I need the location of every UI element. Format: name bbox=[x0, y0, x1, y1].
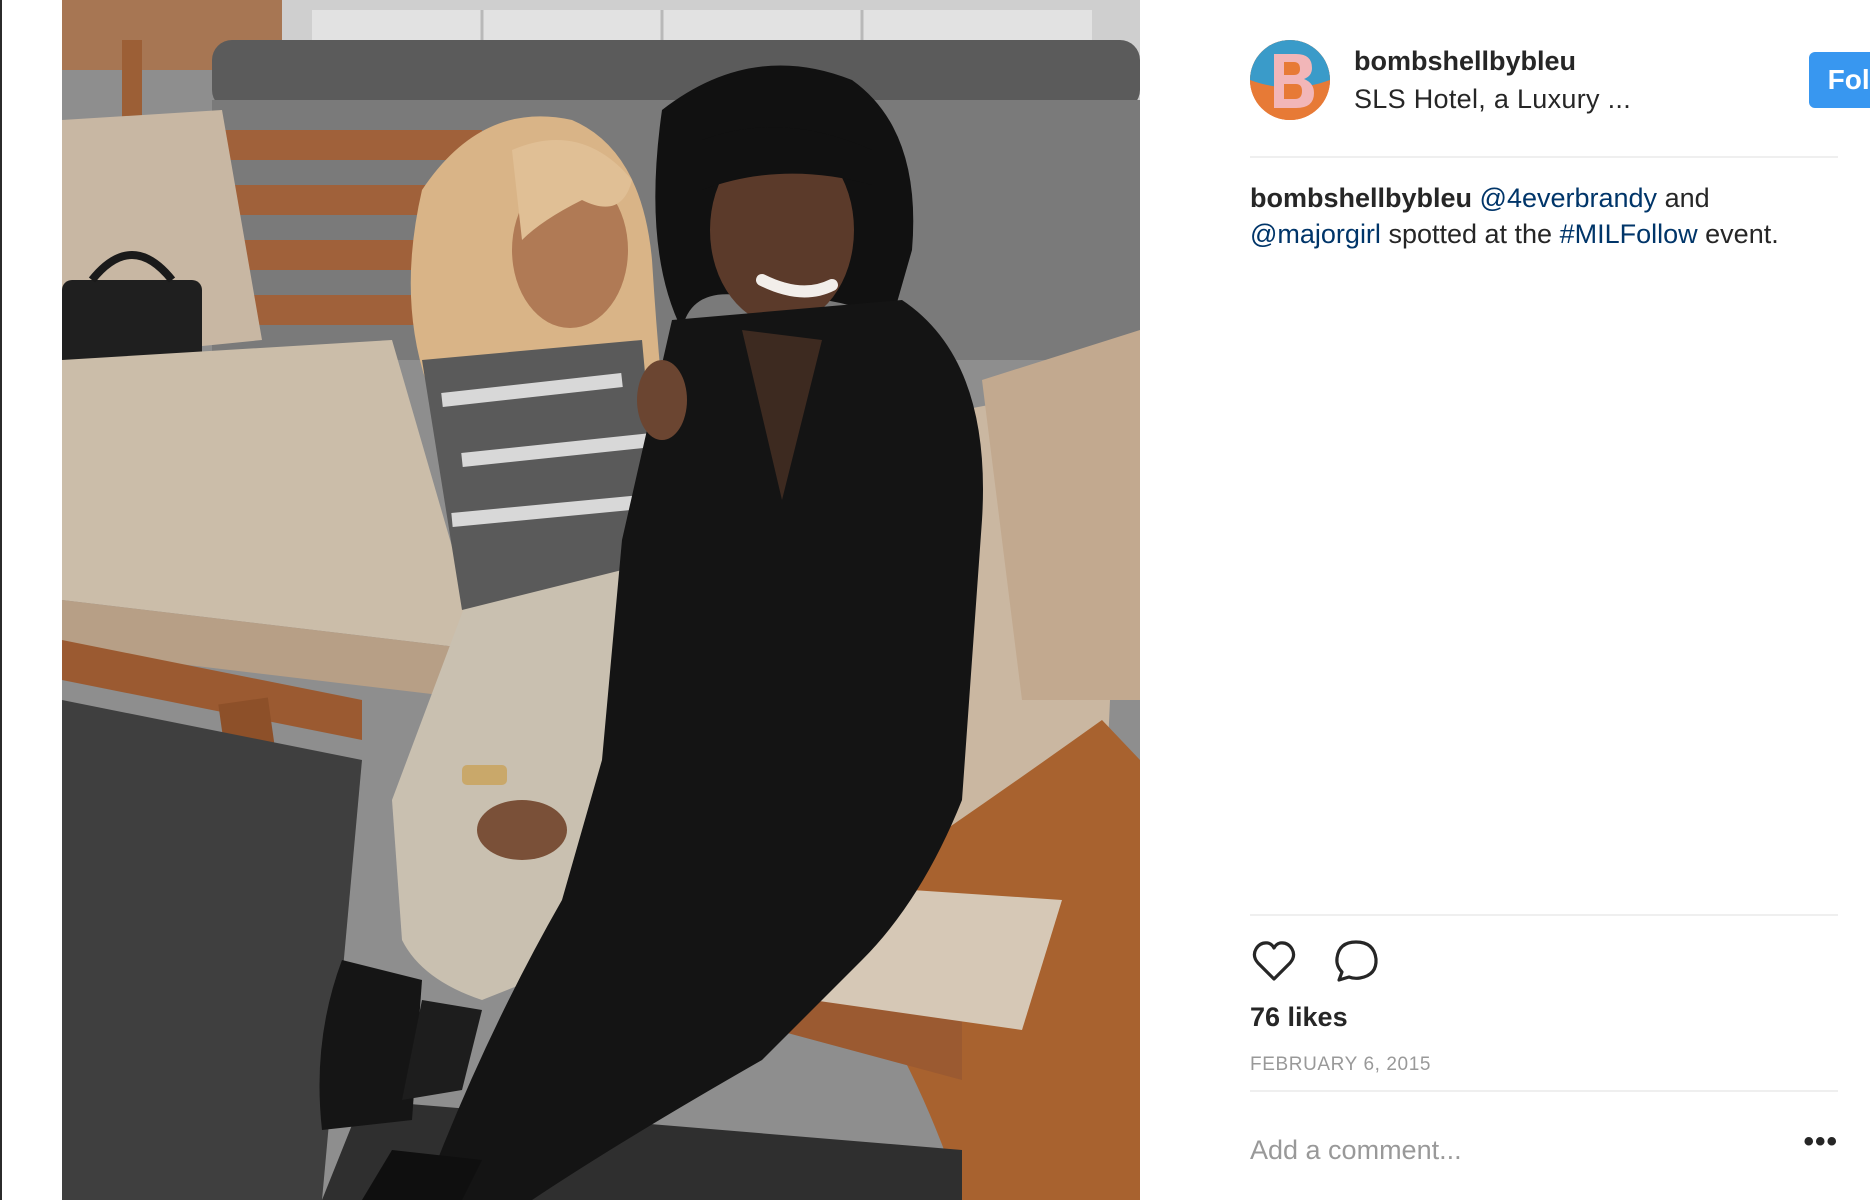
comment-input[interactable] bbox=[1250, 1130, 1770, 1170]
actions-divider bbox=[1250, 914, 1838, 916]
post-caption: bombshellbybleu @4everbrandy and @majorg… bbox=[1250, 180, 1838, 252]
comment-bubble-icon[interactable] bbox=[1332, 937, 1380, 985]
post-photo[interactable] bbox=[62, 0, 1140, 1200]
mention-link[interactable]: @majorgirl bbox=[1250, 219, 1381, 249]
comment-divider bbox=[1250, 1090, 1838, 1092]
caption-username[interactable]: bombshellbybleu bbox=[1250, 183, 1472, 213]
caption-text: event. bbox=[1705, 219, 1779, 249]
post-location[interactable]: SLS Hotel, a Luxury ... bbox=[1354, 84, 1631, 115]
follow-button[interactable]: Follow bbox=[1809, 52, 1870, 108]
caption-text: spotted at the bbox=[1388, 219, 1553, 249]
post-header: bombshellbybleu SLS Hotel, a Luxury ... … bbox=[1250, 40, 1870, 120]
likes-count[interactable]: 76 likes bbox=[1250, 1002, 1348, 1033]
more-options-icon[interactable]: ••• bbox=[1790, 1127, 1838, 1168]
mention-link[interactable]: @4everbrandy bbox=[1480, 183, 1658, 213]
avatar[interactable] bbox=[1250, 40, 1330, 120]
window-edge bbox=[0, 0, 2, 1200]
post-username[interactable]: bombshellbybleu bbox=[1354, 46, 1576, 77]
post-actions bbox=[1250, 937, 1450, 985]
avatar-b-logo bbox=[1250, 40, 1330, 120]
post-date[interactable]: FEBRUARY 6, 2015 bbox=[1250, 1054, 1431, 1076]
heart-icon[interactable] bbox=[1250, 937, 1298, 985]
header-divider bbox=[1250, 156, 1838, 158]
hashtag-link[interactable]: #MILFollow bbox=[1560, 219, 1698, 249]
caption-text: and bbox=[1664, 183, 1710, 213]
post-details-panel: bombshellbybleu SLS Hotel, a Luxury ... … bbox=[1140, 0, 1870, 1200]
post-photo-illustration bbox=[62, 0, 1140, 1200]
